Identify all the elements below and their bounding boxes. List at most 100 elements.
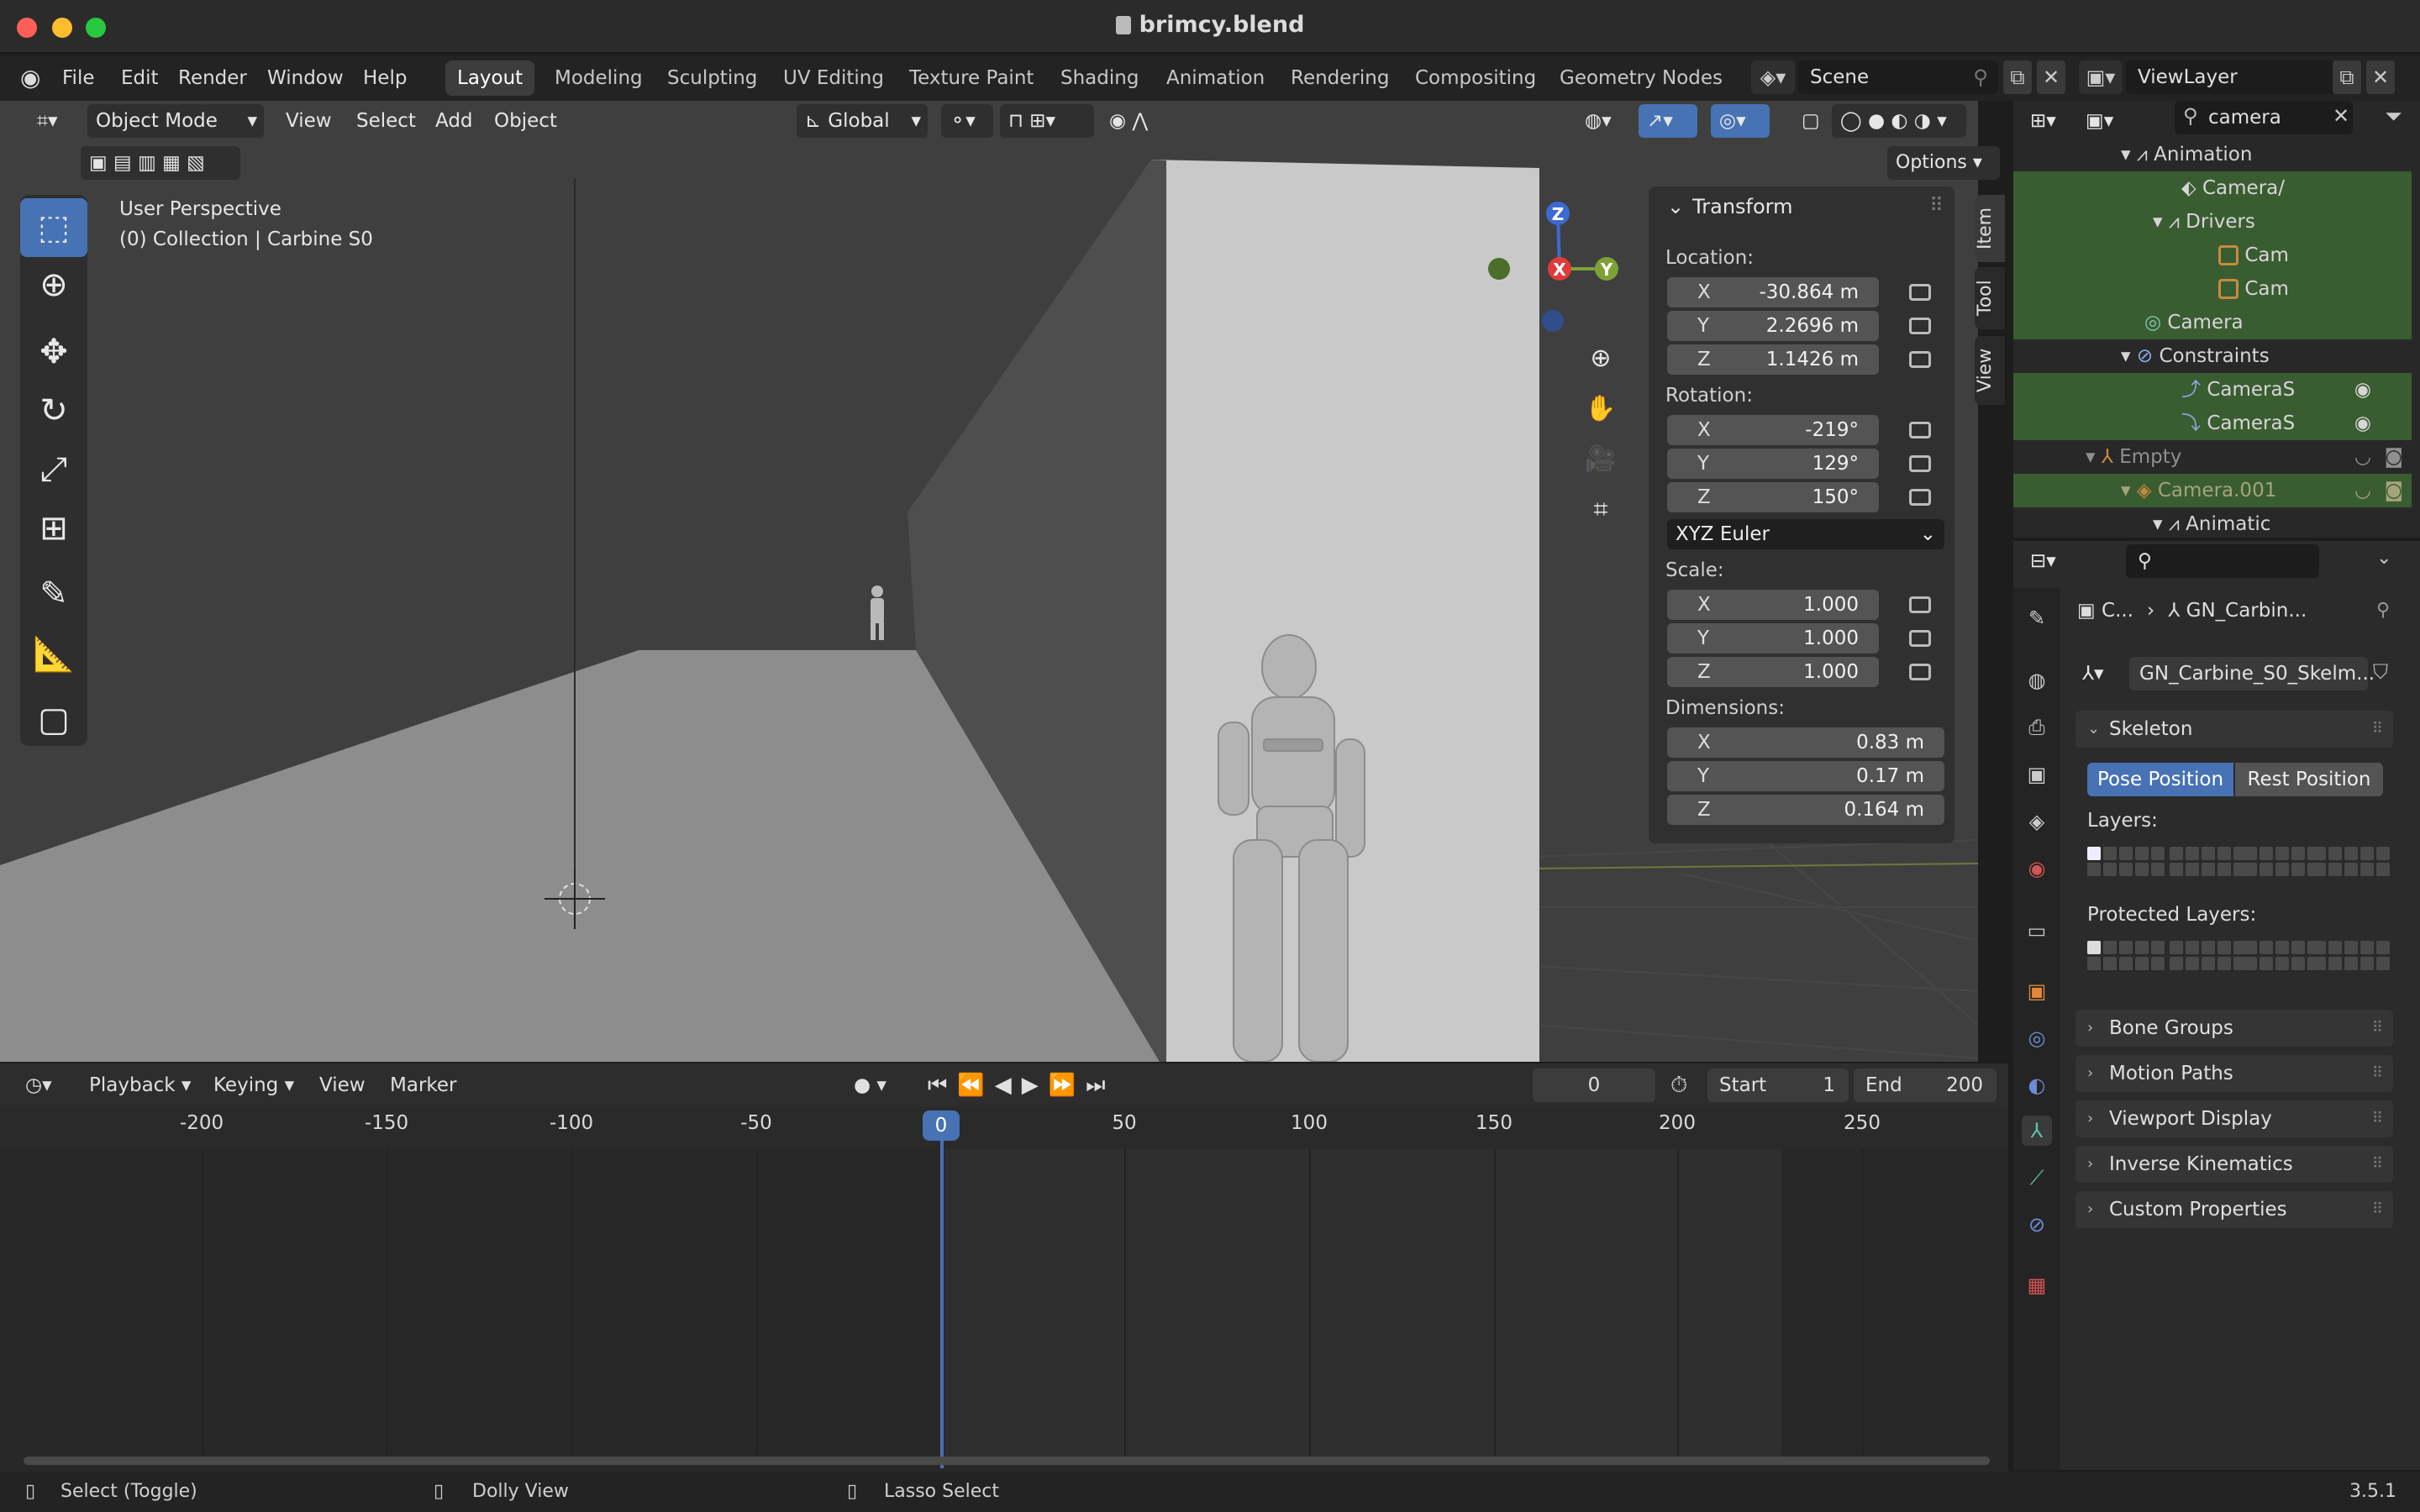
- location-x-field[interactable]: X -30.864 m: [1667, 277, 1879, 307]
- tab-geometry-nodes[interactable]: Geometry Nodes: [1548, 60, 1734, 96]
- texture-tab-icon[interactable]: ▦: [2022, 1270, 2052, 1300]
- filter-icon[interactable]: ⏷: [2385, 104, 2402, 130]
- render-camera-icon[interactable]: ◙: [2385, 440, 2403, 474]
- rotation-mode-dropdown[interactable]: XYZ Euler ⌄: [1667, 519, 1944, 549]
- camera-view-icon[interactable]: 🎥: [1580, 438, 1622, 480]
- world-tab-icon[interactable]: ◉: [2022, 853, 2052, 884]
- tab-animation[interactable]: Animation: [1155, 60, 1276, 96]
- lock-icon[interactable]: [1909, 318, 1931, 334]
- inverse-kinematics-panel-header[interactable]: › Inverse Kinematics ⠿: [2075, 1146, 2393, 1183]
- blender-logo-icon[interactable]: ◉: [20, 55, 40, 101]
- measure-tool-icon[interactable]: 📐: [20, 625, 87, 684]
- viewport-menu-add[interactable]: Add: [435, 101, 473, 141]
- armature-datablock-field[interactable]: GN_Carbine_S0_Skelm...: [2129, 657, 2375, 690]
- drag-grip-icon[interactable]: ⠿: [1929, 195, 1944, 217]
- move-tool-icon[interactable]: ✥: [20, 323, 87, 381]
- lock-icon[interactable]: [1909, 664, 1931, 680]
- playhead-line[interactable]: [940, 1141, 944, 1468]
- skeleton-panel-header[interactable]: ⌄ Skeleton ⠿: [2075, 711, 2393, 748]
- output-tab-icon[interactable]: ⎙: [2022, 712, 2052, 743]
- render-tab-icon[interactable]: ◍: [2022, 665, 2052, 696]
- proportional-edit-icon[interactable]: ◉ ⋀: [1101, 104, 1176, 138]
- menu-help[interactable]: Help: [363, 55, 407, 101]
- collection-tab-icon[interactable]: ▭: [2022, 916, 2052, 946]
- transform-tool-icon[interactable]: ⊞: [20, 499, 87, 558]
- bone-constraint-tab-icon[interactable]: ⊘: [2022, 1210, 2052, 1240]
- dimensions-y-field[interactable]: Y 0.17 m: [1667, 761, 1944, 791]
- scale-x-field[interactable]: X 1.000: [1667, 590, 1879, 620]
- menu-edit[interactable]: Edit: [121, 55, 159, 101]
- new-viewlayer-icon[interactable]: ⧉: [2333, 60, 2361, 94]
- dimensions-z-field[interactable]: Z 0.164 m: [1667, 795, 1944, 825]
- tab-layout[interactable]: Layout: [445, 60, 535, 96]
- outliner-row[interactable]: ▾ ⩘ Animatic: [2013, 507, 2412, 541]
- hide-icon[interactable]: ◡: [2354, 440, 2371, 474]
- display-mode-icon[interactable]: ▣▾: [2077, 104, 2133, 138]
- armature-browse-icon[interactable]: ⅄▾: [2074, 657, 2128, 690]
- timeline-editor-type-icon[interactable]: ◷▾: [25, 1063, 52, 1107]
- zoom-icon[interactable]: ⊕: [1580, 338, 1622, 380]
- neg-z-axis-icon[interactable]: [1542, 310, 1564, 332]
- outliner-row[interactable]: ▾ ⩘ Drivers: [2013, 205, 2412, 239]
- protected-layers-grid-left[interactable]: [2087, 941, 2165, 970]
- tab-texture-paint[interactable]: Texture Paint: [897, 60, 1045, 96]
- lock-icon[interactable]: [1909, 596, 1931, 613]
- visibility-icon[interactable]: ◍▾: [1576, 104, 1627, 138]
- tab-shading[interactable]: Shading: [1049, 60, 1150, 96]
- tab-item[interactable]: Item: [1975, 195, 2005, 262]
- scene-selector-icon[interactable]: ◈▾: [1751, 60, 1795, 94]
- timeline-menu-keying[interactable]: Keying ▾: [205, 1063, 302, 1107]
- tab-uv-editing[interactable]: UV Editing: [771, 60, 896, 96]
- outliner-row[interactable]: ⤴ CameraS ◉: [2013, 373, 2412, 407]
- lock-icon[interactable]: [1909, 422, 1931, 438]
- rotate-tool-icon[interactable]: ↻: [20, 381, 87, 440]
- outliner-type-icon[interactable]: ⊞▾: [2022, 104, 2069, 138]
- eye-icon[interactable]: ◉: [2354, 407, 2371, 440]
- dimensions-x-field[interactable]: X 0.83 m: [1667, 727, 1944, 758]
- current-frame-field[interactable]: 0: [1533, 1068, 1655, 1102]
- tool-tab-icon[interactable]: ✎: [2022, 603, 2052, 633]
- xray-icon[interactable]: ▢: [1793, 104, 1823, 138]
- tab-modeling[interactable]: Modeling: [543, 60, 655, 96]
- timeline-menu-marker[interactable]: Marker: [390, 1063, 457, 1107]
- lock-icon[interactable]: [1909, 489, 1931, 506]
- new-scene-icon[interactable]: ⧉: [2003, 60, 2032, 94]
- outliner-row[interactable]: ◎ Camera: [2013, 306, 2412, 339]
- annotate-tool-icon[interactable]: ✎: [20, 564, 87, 623]
- start-frame-field[interactable]: Start 1: [1707, 1068, 1849, 1102]
- object-tab-icon[interactable]: ▣: [2022, 976, 2052, 1006]
- outliner-row[interactable]: ▾ ⩘ Animation: [2013, 138, 2412, 171]
- timeline-ruler[interactable]: [0, 1107, 2008, 1149]
- add-cube-tool-icon[interactable]: ▢: [20, 690, 87, 749]
- select-mode-buttons[interactable]: ▣ ▤ ▥ ▦ ▧: [81, 146, 240, 180]
- lock-icon[interactable]: [1909, 455, 1931, 472]
- location-y-field[interactable]: Y 2.2696 m: [1667, 311, 1879, 341]
- location-z-field[interactable]: Z 1.1426 m: [1667, 344, 1879, 375]
- rest-position-button[interactable]: Rest Position: [2235, 763, 2383, 796]
- pan-hand-icon[interactable]: ✋: [1580, 388, 1622, 430]
- orientation-dropdown[interactable]: ⊾ Global ▾: [797, 104, 928, 138]
- rotation-x-field[interactable]: X -219°: [1667, 415, 1879, 445]
- scene-tab-icon[interactable]: ◈: [2022, 806, 2052, 837]
- clear-search-icon[interactable]: ✕: [2333, 104, 2349, 128]
- rotation-z-field[interactable]: Z 150°: [1667, 482, 1879, 512]
- scale-tool-icon[interactable]: ⤢: [20, 440, 87, 499]
- outliner-row[interactable]: ▾ ⅄ Empty ◡ ◙: [2013, 440, 2412, 474]
- options-dropdown[interactable]: Options ▾: [1887, 146, 2000, 180]
- overlay-toggle-icon[interactable]: ◎▾: [1711, 104, 1770, 138]
- bone-layers-grid-center-right[interactable]: [2244, 847, 2321, 876]
- lock-icon[interactable]: [1909, 284, 1931, 301]
- chevron-down-icon[interactable]: ⌄: [2376, 548, 2391, 569]
- motion-paths-panel-header[interactable]: › Motion Paths ⠿: [2075, 1055, 2393, 1092]
- outliner-row[interactable]: ▾ ◈ Camera.001 ◡ ◙: [2013, 474, 2412, 507]
- viewport-menu-select[interactable]: Select: [356, 101, 416, 141]
- timeline-menu-view[interactable]: View: [319, 1063, 366, 1107]
- viewlayer-selector-icon[interactable]: ▣▾: [2079, 60, 2123, 94]
- lock-icon[interactable]: [1909, 630, 1931, 647]
- properties-search-input[interactable]: ⚲: [2126, 544, 2319, 578]
- hide-icon[interactable]: ◡: [2354, 474, 2371, 507]
- outliner-row[interactable]: Cam: [2013, 239, 2412, 272]
- eye-icon[interactable]: ◉: [2354, 373, 2371, 407]
- pin-icon[interactable]: ⚲: [1968, 60, 1993, 94]
- record-keyframe-icon[interactable]: ● ▾: [854, 1063, 886, 1107]
